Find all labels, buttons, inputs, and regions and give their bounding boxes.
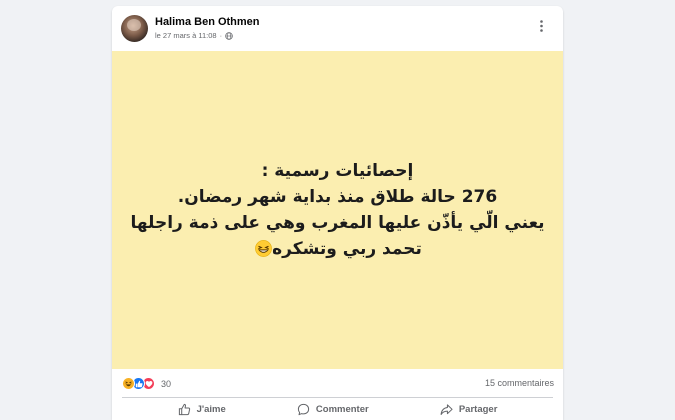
post-line-4: تحمد ربي وتشكره <box>123 236 553 262</box>
post-stats: 30 15 commentaires <box>112 369 563 399</box>
like-label: J'aime <box>196 403 226 415</box>
comment-bubble-icon <box>297 403 310 415</box>
post-line-3: يعني الّي يأذّن عليها المغرب وهي على ذمة… <box>130 213 545 233</box>
post-line-4-text: تحمد ربي وتشكره <box>272 239 422 259</box>
author-name[interactable]: Halima Ben Othmen <box>155 16 260 28</box>
post-actions: J'aime Commenter Partager <box>112 398 563 420</box>
comment-label: Commenter <box>315 403 369 415</box>
post-line-1: إحصائيات رسمية : <box>261 161 414 181</box>
author-avatar[interactable] <box>121 15 148 42</box>
like-button[interactable]: J'aime <box>178 403 226 416</box>
meta-separator: · <box>219 31 223 40</box>
post-card: Halima Ben Othmen le 27 mars à 11:08 · إ… <box>112 6 563 420</box>
post-line-2: 276 حالة طلاق منذ بداية شهر رمضان. <box>177 187 498 207</box>
haha-reaction-icon <box>122 377 135 390</box>
share-button[interactable]: Partager <box>440 403 498 416</box>
more-options-icon[interactable] <box>533 18 549 34</box>
comments-count[interactable]: 15 commentaires <box>485 378 554 388</box>
reactions-summary[interactable]: 30 <box>122 377 171 390</box>
share-label: Partager <box>458 403 498 415</box>
globe-icon[interactable] <box>225 31 233 40</box>
post-content-background: إحصائيات رسمية : 276 حالة طلاق منذ بداية… <box>112 51 563 369</box>
post-text: إحصائيات رسمية : 276 حالة طلاق منذ بداية… <box>123 158 553 262</box>
thumbs-up-icon <box>178 403 190 415</box>
grinning-squinting-face-icon <box>255 240 272 257</box>
post-timestamp[interactable]: le 27 mars à 11:08 <box>155 31 217 40</box>
comment-button[interactable]: Commenter <box>297 403 369 416</box>
post-header: Halima Ben Othmen le 27 mars à 11:08 · <box>112 6 563 52</box>
share-arrow-icon <box>440 403 453 415</box>
post-meta: le 27 mars à 11:08 · <box>155 31 233 40</box>
reaction-count[interactable]: 30 <box>161 379 171 389</box>
